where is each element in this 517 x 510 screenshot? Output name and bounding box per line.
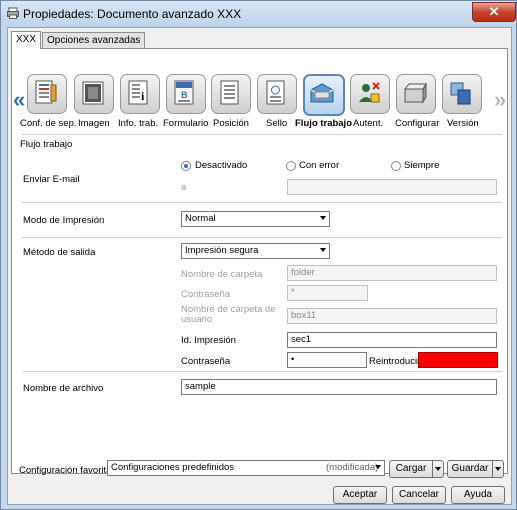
version-icon bbox=[450, 82, 471, 105]
toolbar-info-button[interactable]: i bbox=[118, 74, 162, 118]
toolbar-workflow-button[interactable] bbox=[301, 74, 345, 118]
file-name-label: Nombre de archivo bbox=[23, 383, 104, 394]
toolbar-label-position: Posición bbox=[213, 118, 249, 129]
chevron-down-icon bbox=[375, 465, 381, 469]
output-method-value: Impresión segura bbox=[185, 245, 259, 256]
chevron-down-icon bbox=[435, 467, 441, 471]
position-icon bbox=[220, 80, 239, 105]
save-dropdown-button[interactable] bbox=[492, 460, 504, 478]
toolbar-position-button[interactable] bbox=[209, 74, 253, 118]
chevron-down-icon bbox=[320, 248, 326, 252]
password-label: Contraseña bbox=[181, 289, 231, 300]
printer-icon bbox=[7, 7, 19, 19]
password-input[interactable]: * bbox=[287, 285, 368, 301]
toolbar-label-layout: Conf. de sep. bbox=[20, 118, 77, 129]
email-to-label: a bbox=[181, 182, 187, 193]
dialog-body: XXX Opciones avanzadas « » i B Conf. de … bbox=[7, 27, 512, 505]
reenter-password-input[interactable] bbox=[418, 352, 498, 368]
close-button[interactable]: ✕ bbox=[472, 2, 516, 22]
email-option-error-label: Con error bbox=[299, 160, 340, 171]
secure-password-input[interactable]: • bbox=[287, 352, 367, 368]
email-radio-off[interactable] bbox=[181, 161, 191, 171]
favorites-select[interactable]: Configuraciones predefinidos (modificada… bbox=[107, 460, 385, 476]
print-mode-select[interactable]: Normal bbox=[181, 211, 330, 227]
section-title: Flujo trabajo bbox=[20, 139, 73, 150]
divider bbox=[22, 202, 502, 203]
email-radio-always[interactable] bbox=[391, 161, 401, 171]
toolbar-version-button[interactable] bbox=[440, 74, 484, 118]
image-icon bbox=[82, 81, 104, 105]
toolbar-label-stamp: Sello bbox=[266, 118, 288, 129]
tab-xxx[interactable]: XXX bbox=[11, 31, 42, 49]
toolbar-next-arrow[interactable]: » bbox=[494, 87, 506, 113]
email-label: Enviar E-mail bbox=[23, 174, 80, 185]
secure-password-label: Contraseña bbox=[181, 356, 231, 367]
toolbar-divider bbox=[22, 134, 502, 135]
properties-window: Propiedades: Documento avanzado XXX ✕ XX… bbox=[0, 0, 517, 510]
toolbar-layout-button[interactable] bbox=[25, 74, 69, 118]
toolbar-label-version: Versión bbox=[447, 118, 479, 129]
divider bbox=[22, 371, 502, 372]
toolbar-label-configure: Configurar bbox=[395, 118, 440, 129]
favorites-value: Configuraciones predefinidos bbox=[111, 462, 235, 473]
email-option-always-label: Siempre bbox=[404, 160, 440, 171]
email-radio-error[interactable] bbox=[286, 161, 296, 171]
toolbar-auth-button[interactable] bbox=[348, 74, 392, 118]
reenter-label: Reintroducir bbox=[369, 356, 421, 367]
help-button[interactable]: Ayuda bbox=[451, 486, 505, 504]
folder-name-input[interactable]: folder bbox=[287, 265, 497, 281]
tab-panel: « » i B Conf. de sep. Imagen Info. trab.… bbox=[11, 48, 508, 474]
tab-advanced-options[interactable]: Opciones avanzadas bbox=[42, 32, 146, 49]
load-button[interactable]: Cargar bbox=[389, 460, 433, 478]
print-mode-value: Normal bbox=[185, 213, 216, 224]
toolbar-form-button[interactable]: B bbox=[164, 74, 208, 118]
toolbar-prev-arrow[interactable]: « bbox=[13, 87, 25, 113]
title-bar[interactable]: Propiedades: Documento avanzado XXX ✕ bbox=[1, 1, 516, 27]
toolbar-label-workflow: Flujo trabajo bbox=[295, 118, 352, 129]
svg-text:B: B bbox=[181, 90, 188, 100]
chevron-down-icon bbox=[320, 216, 326, 220]
toolbar-configure-button[interactable] bbox=[394, 74, 438, 118]
folder-name-label: Nombre de carpeta bbox=[181, 269, 263, 280]
favorites-modified: (modificada) bbox=[326, 462, 379, 473]
toolbar-label-auth: Autent. bbox=[353, 118, 384, 129]
favorites-label: Configuración favorita bbox=[19, 465, 112, 476]
ok-button[interactable]: Aceptar bbox=[333, 486, 387, 504]
stamp-icon bbox=[266, 80, 285, 105]
print-id-label: Id. Impresión bbox=[181, 335, 236, 346]
user-folder-input[interactable]: box11 bbox=[287, 308, 497, 324]
print-mode-label: Modo de Impresión bbox=[23, 215, 105, 226]
cancel-button[interactable]: Cancelar bbox=[392, 486, 446, 504]
toolbar-label-info: Info. trab. bbox=[118, 118, 159, 129]
toolbar-stamp-button[interactable] bbox=[255, 74, 299, 118]
file-name-input[interactable]: sample bbox=[181, 379, 497, 395]
window-title: Propiedades: Documento avanzado XXX bbox=[23, 7, 242, 21]
layout-icon bbox=[35, 80, 57, 104]
toolbar-image-button[interactable] bbox=[72, 74, 116, 118]
print-id-input[interactable]: sec1 bbox=[287, 332, 497, 348]
divider bbox=[22, 237, 502, 238]
save-button[interactable]: Guardar bbox=[447, 460, 493, 478]
output-method-select[interactable]: Impresión segura bbox=[181, 243, 330, 259]
user-folder-label: Nombre de carpeta de usuario bbox=[181, 304, 276, 325]
form-icon: B bbox=[174, 80, 194, 105]
email-option-off-label: Desactivado bbox=[195, 160, 248, 171]
configure-icon bbox=[403, 82, 427, 104]
chevron-down-icon bbox=[495, 467, 501, 471]
toolbar-label-form: Formulario bbox=[163, 118, 209, 129]
auth-icon bbox=[359, 82, 380, 103]
workflow-icon bbox=[310, 83, 334, 103]
output-method-label: Método de salida bbox=[23, 247, 96, 258]
toolbar-label-image: Imagen bbox=[78, 118, 110, 129]
email-to-input[interactable] bbox=[287, 179, 497, 195]
load-dropdown-button[interactable] bbox=[432, 460, 444, 478]
info-icon: i bbox=[128, 80, 148, 105]
